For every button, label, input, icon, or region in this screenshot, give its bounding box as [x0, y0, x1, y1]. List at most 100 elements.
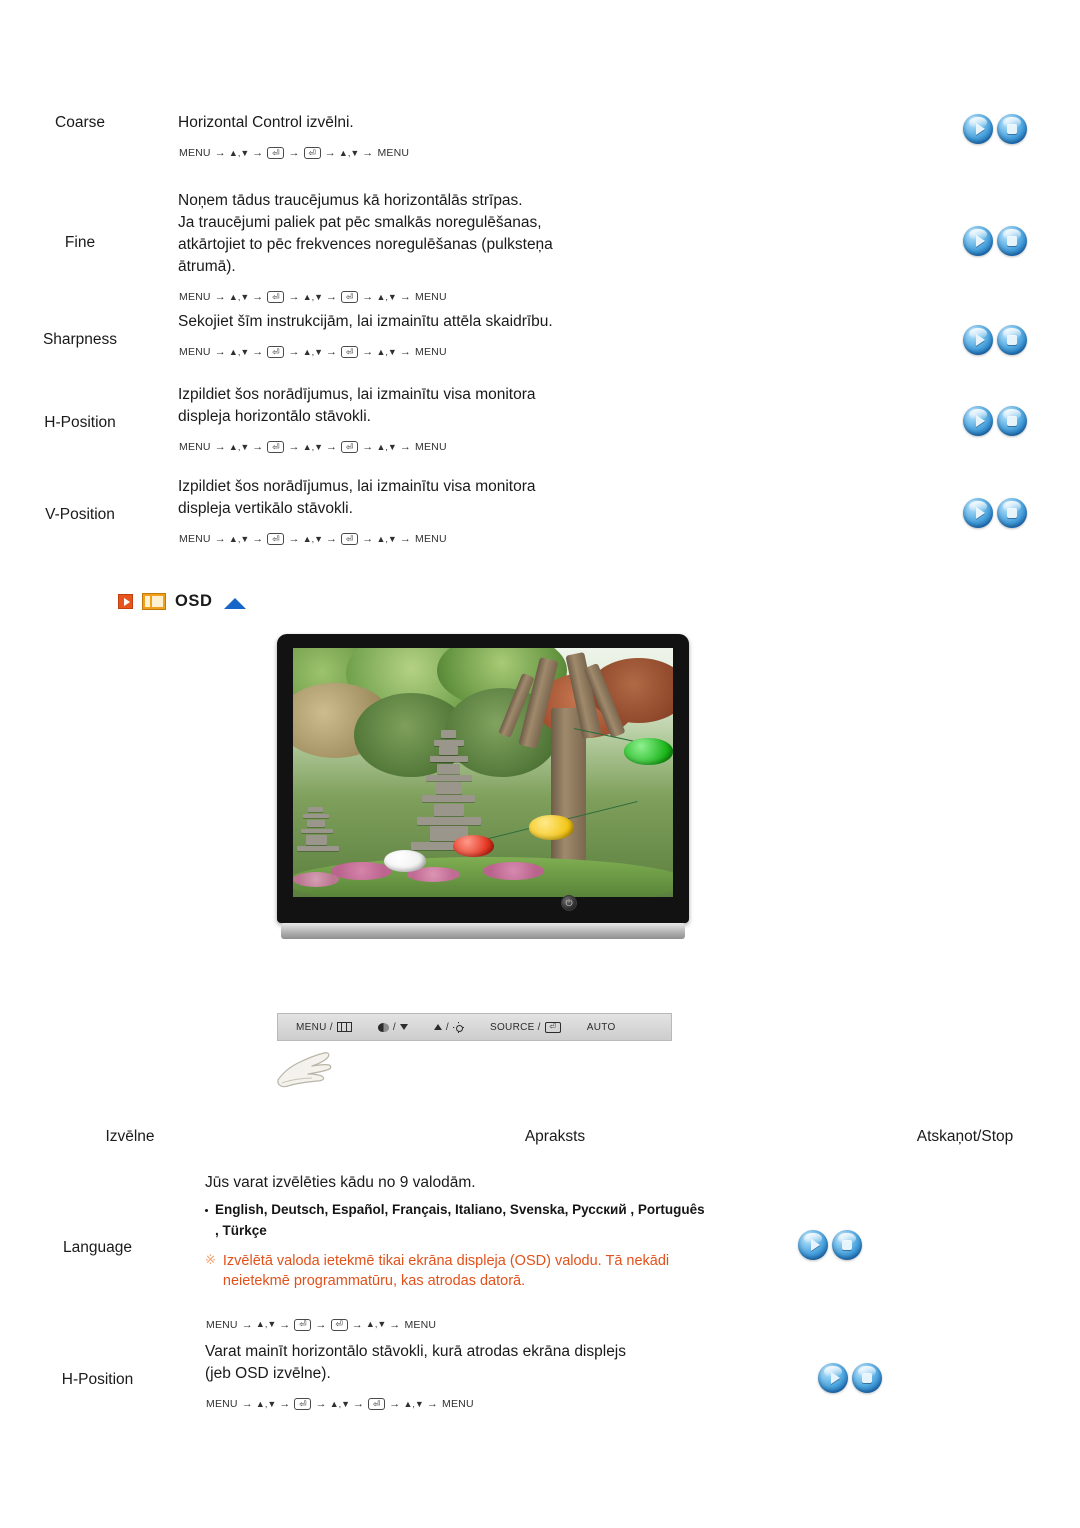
power-button[interactable]: ⏻ — [561, 895, 577, 911]
monitor-control-bar: MENU / / / SOURCE / ⏎ AUTO — [277, 1013, 672, 1041]
stop-icon[interactable] — [997, 226, 1027, 256]
control-source-button[interactable]: SOURCE / ⏎ — [490, 1021, 561, 1033]
brightness-sun-icon — [453, 1022, 464, 1033]
enter-key-icon: ⏎ — [544, 1021, 561, 1033]
language-warning: ※ Izvēlētā valoda ietekmē tikai ekrāna d… — [205, 1251, 705, 1291]
row-description: Noņem tādus traucējumus kā horizontālās … — [178, 192, 553, 275]
row-description: Sekojiet šīm instrukcijām, lai izmainītu… — [178, 313, 553, 330]
enter-key-icon: ⏎ — [341, 291, 359, 303]
play-stop-buttons — [910, 384, 1080, 436]
seq-updown: ▲,▼ — [228, 147, 250, 158]
seq-menu: MENU — [179, 147, 211, 159]
row-description: Izpildiet šos norādījumus, lai izmainītu… — [178, 386, 536, 425]
play-stop-buttons — [910, 311, 1080, 355]
play-square-icon — [118, 594, 133, 609]
seq-updown: ▲,▼ — [338, 147, 360, 158]
seq-arrow: → — [214, 147, 226, 159]
monitor-icon — [142, 593, 166, 610]
play-stop-buttons — [715, 1172, 945, 1260]
warning-mark-icon: ※ — [205, 1251, 216, 1267]
row-description: Varat mainīt horizontālo stāvokli, kurā … — [205, 1343, 627, 1382]
play-icon[interactable] — [963, 498, 993, 528]
monitor-stand — [281, 923, 685, 939]
header-play-stop: Atskaņot/Stop — [916, 1128, 1014, 1145]
enter-key-icon: ⏎ — [341, 346, 359, 358]
stop-icon[interactable] — [852, 1363, 882, 1393]
contrast-icon — [377, 1022, 389, 1032]
stop-icon[interactable] — [997, 325, 1027, 355]
table-row: Sharpness Sekojiet šīm instrukcijām, lai… — [0, 311, 1080, 358]
row-menu-label: H-Position — [44, 414, 116, 431]
enter-key-icon: ⏎ — [303, 147, 321, 159]
row-description: Izpildiet šos norādījumus, lai izmainītu… — [178, 478, 536, 517]
enter-key-icon: ⏎ — [330, 1318, 348, 1331]
play-icon[interactable] — [963, 406, 993, 436]
row-menu-label: Fine — [64, 234, 96, 251]
enter-key-icon: ⏎ — [267, 533, 285, 545]
enter-key-icon: ⏎ — [267, 147, 285, 159]
osd-section-heading: OSD — [118, 592, 246, 611]
play-icon[interactable] — [798, 1230, 828, 1260]
control-menu-button[interactable]: MENU / — [296, 1022, 352, 1033]
up-triangle-icon — [433, 1024, 442, 1030]
language-options: English, Deutsch, Español, Français, Ita… — [205, 1200, 705, 1242]
play-stop-buttons — [910, 476, 1080, 528]
table-row: Language Jūs varat izvēlēties kādu no 9 … — [0, 1172, 1080, 1331]
key-sequence: MENU → ▲,▼ → ⏎ → ▲,▼ → ⏎ → ▲,▼ → MENU — [179, 441, 447, 453]
stop-icon[interactable] — [997, 498, 1027, 528]
control-auto-label: AUTO — [586, 1021, 616, 1033]
key-sequence: MENU → ▲,▼ → ⏎ → ▲,▼ → ⏎ → ▲,▼ → MENU — [206, 1398, 474, 1410]
header-menu: Izvēlne — [105, 1128, 155, 1145]
menu-grid-icon — [336, 1022, 352, 1032]
control-source-label: SOURCE / — [490, 1021, 541, 1033]
up-triangle-icon[interactable] — [223, 597, 246, 609]
bottom-table-header: Izvēlne Apraksts Atskaņot/Stop — [0, 1128, 1080, 1146]
enter-key-icon: ⏎ — [368, 1398, 386, 1410]
pointing-hand-icon — [277, 1052, 332, 1088]
control-brightness-up-button[interactable]: / — [433, 1021, 464, 1033]
table-row: H-Position Varat mainīt horizontālo stāv… — [0, 1341, 1080, 1410]
row-description: Horizontal Control izvēlni. — [178, 114, 354, 131]
enter-key-icon: ⏎ — [267, 441, 285, 453]
row-menu-label: Language — [63, 1239, 132, 1256]
control-menu-label: MENU / — [296, 1021, 333, 1033]
enter-key-icon: ⏎ — [267, 346, 285, 358]
language-intro: Jūs varat izvēlēties kādu no 9 valodām. — [205, 1174, 476, 1191]
play-stop-buttons — [910, 112, 1080, 144]
play-icon[interactable] — [963, 226, 993, 256]
play-icon[interactable] — [818, 1363, 848, 1393]
key-sequence: MENU → ▲,▼ → ⏎ → ⏎ → ▲,▼ → MENU — [179, 147, 410, 159]
play-icon[interactable] — [963, 114, 993, 144]
play-icon[interactable] — [963, 325, 993, 355]
row-menu-label: V-Position — [45, 506, 115, 523]
table-row: Fine Noņem tādus traucējumus kā horizont… — [0, 190, 1080, 303]
row-menu-label: Coarse — [55, 114, 105, 131]
control-contrast-down-button[interactable]: / — [377, 1021, 408, 1033]
warning-text: Izvēlētā valoda ietekmē tikai ekrāna dis… — [222, 1252, 670, 1289]
play-stop-buttons — [910, 190, 1080, 256]
stop-icon[interactable] — [997, 406, 1027, 436]
enter-key-icon: ⏎ — [294, 1398, 312, 1410]
stop-icon[interactable] — [997, 114, 1027, 144]
stop-icon[interactable] — [832, 1230, 862, 1260]
key-sequence: MENU → ▲,▼ → ⏎ → ▲,▼ → ⏎ → ▲,▼ → MENU — [179, 291, 447, 303]
key-sequence: MENU → ▲,▼ → ⏎ → ▲,▼ → ⏎ → ▲,▼ → MENU — [179, 533, 447, 545]
table-row: Coarse Horizontal Control izvēlni. MENU … — [0, 112, 1080, 159]
control-slash-label: / — [445, 1021, 449, 1033]
header-description: Apraksts — [524, 1128, 586, 1145]
row-menu-label: Sharpness — [42, 331, 118, 348]
monitor-screen — [293, 648, 673, 897]
table-row: V-Position Izpildiet šos norādījumus, la… — [0, 476, 1080, 545]
enter-key-icon: ⏎ — [341, 533, 359, 545]
play-stop-buttons — [735, 1341, 965, 1393]
monitor-illustration: ⏻ — [277, 634, 689, 939]
enter-key-icon: ⏎ — [267, 291, 285, 303]
key-sequence: MENU → ▲,▼ → ⏎ → ⏎ → ▲,▼ → MENU — [206, 1318, 437, 1331]
key-sequence: MENU → ▲,▼ → ⏎ → ▲,▼ → ⏎ → ▲,▼ → MENU — [179, 346, 447, 358]
row-menu-label: H-Position — [61, 1371, 134, 1388]
enter-key-icon: ⏎ — [341, 441, 359, 453]
control-slash-label: / — [392, 1021, 396, 1033]
control-auto-button[interactable]: AUTO — [587, 1022, 616, 1033]
down-triangle-icon — [399, 1024, 408, 1030]
enter-key-icon: ⏎ — [294, 1318, 312, 1331]
